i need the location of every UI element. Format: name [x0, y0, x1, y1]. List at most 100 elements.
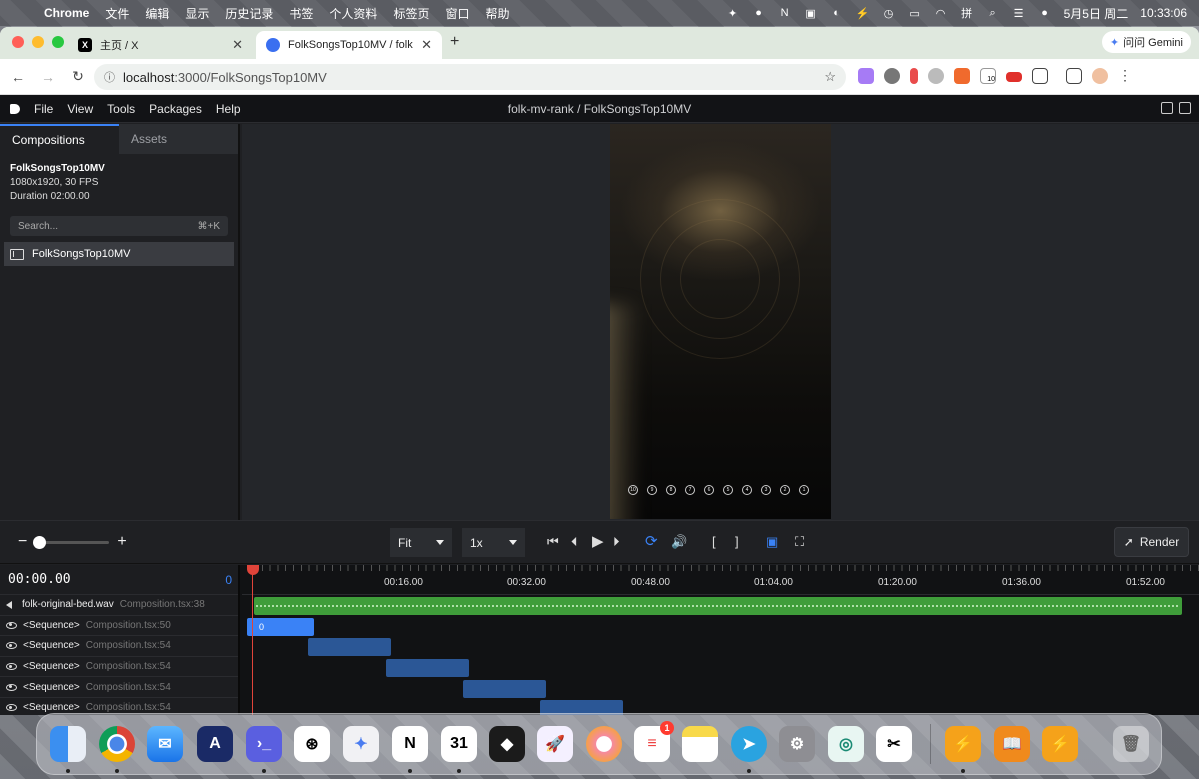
extension-icon[interactable]	[1006, 72, 1022, 82]
wifi-icon[interactable]: ◠	[934, 6, 948, 20]
zoom-out-icon[interactable]: −	[18, 533, 27, 551]
back-icon[interactable]: ←	[8, 69, 28, 85]
address-bar[interactable]: ⓘ localhost:3000/FolkSongsTop10MV ☆	[94, 64, 846, 90]
menubar-item-view[interactable]: 显示	[177, 5, 217, 22]
playhead[interactable]	[252, 565, 253, 715]
track-source[interactable]: Composition.tsx:54	[86, 640, 171, 651]
reeder-icon[interactable]: ⚡	[945, 726, 981, 762]
speaker-icon[interactable]	[6, 600, 12, 609]
control-center-icon[interactable]: ☰	[1012, 6, 1026, 20]
extensions-puzzle-icon[interactable]	[1032, 67, 1048, 84]
system-settings-icon[interactable]: ⚙	[779, 726, 815, 762]
screen-app-icon[interactable]	[586, 726, 622, 762]
fullscreen-icon[interactable]: ⛶	[795, 534, 804, 550]
track-source[interactable]: Composition.tsx:50	[86, 620, 171, 631]
clipboard-icon[interactable]: ▣	[804, 6, 818, 20]
browser-tab-x[interactable]: X 主页 / X ✕	[68, 31, 253, 59]
reminders-icon[interactable]: ≡ 1	[634, 721, 674, 762]
volume-icon[interactable]: 🔊	[671, 534, 687, 550]
forward-icon[interactable]: →	[38, 69, 58, 85]
sequence-clip[interactable]	[386, 659, 469, 677]
track-row-sequence[interactable]: <Sequence> Composition.tsx:50	[0, 616, 238, 637]
history-icon[interactable]: ◷	[882, 6, 896, 20]
bookmark-star-icon[interactable]: ☆	[824, 69, 836, 85]
menubar-item-help[interactable]: 帮助	[477, 5, 517, 22]
menubar-item-edit[interactable]: 编辑	[137, 5, 177, 22]
sequence-clip[interactable]: 0	[247, 618, 314, 636]
notion-calendar-icon[interactable]: 31	[441, 726, 477, 762]
zoom-window-button[interactable]	[52, 36, 64, 48]
eye-icon[interactable]	[6, 663, 17, 671]
grammarly-icon[interactable]: ◐	[830, 6, 844, 20]
profile-avatar[interactable]	[1092, 67, 1108, 84]
close-tab-icon[interactable]: ✕	[421, 37, 432, 53]
rocket-app-icon[interactable]: 🚀	[537, 726, 573, 762]
tab-compositions[interactable]: Compositions	[0, 124, 119, 154]
next-frame-icon[interactable]: ⏵	[613, 534, 620, 550]
loop-icon[interactable]: ⟳	[645, 534, 658, 550]
track-row-audio[interactable]: folk-original-bed.wav Composition.tsx:38	[0, 595, 238, 616]
reeder-2-icon[interactable]: ⚡	[1042, 726, 1078, 762]
telegram-icon[interactable]: ➤	[731, 726, 767, 762]
composition-list-item[interactable]: FolkSongsTop10MV	[4, 242, 234, 266]
extension-icon[interactable]	[858, 67, 874, 84]
extension-counter-icon[interactable]: 10	[980, 67, 996, 84]
eye-icon[interactable]	[6, 621, 17, 629]
speed-select[interactable]: 1x	[462, 528, 525, 557]
menubar-item-bookmarks[interactable]: 书签	[281, 5, 321, 22]
menu-help[interactable]: Help	[216, 102, 241, 116]
notes-icon[interactable]	[682, 726, 718, 762]
out-point-icon[interactable]: ]	[735, 534, 739, 550]
track-source[interactable]: Composition.tsx:54	[86, 661, 171, 672]
track-source[interactable]: Composition.tsx:54	[86, 682, 171, 693]
arc-icon[interactable]: A	[197, 726, 233, 762]
menubar-item-file[interactable]: 文件	[97, 5, 137, 22]
shield-icon[interactable]: ●	[752, 6, 766, 20]
menubar-item-profiles[interactable]: 个人资料	[321, 5, 385, 22]
checkerboard-icon[interactable]: ▣	[766, 534, 778, 550]
capcut-icon[interactable]: ✂	[876, 726, 912, 762]
track-row-sequence[interactable]: <Sequence> Composition.tsx:54	[0, 657, 238, 678]
play-icon[interactable]: ▶	[592, 534, 604, 550]
siri-icon[interactable]: ●	[1038, 6, 1052, 20]
previous-frame-icon[interactable]: ⏴	[571, 534, 578, 550]
render-button[interactable]: ➚ Render	[1114, 527, 1189, 557]
extension-icon[interactable]	[954, 67, 970, 84]
mail-icon[interactable]: ✉	[147, 726, 183, 762]
timeline-ruler[interactable]: 00:16.00 00:32.00 00:48.00 01:04.00 01:2…	[242, 565, 1199, 595]
menu-file[interactable]: File	[34, 102, 53, 116]
eye-icon[interactable]	[6, 704, 17, 712]
zoom-in-icon[interactable]: +	[117, 533, 126, 551]
menubar-item-tabs[interactable]: 标签页	[385, 5, 437, 22]
bolt-icon[interactable]: ⚡	[856, 6, 870, 20]
sparkle-icon[interactable]: ✦	[726, 6, 740, 20]
video-frame[interactable]: 10 9 8 7 6 5 4 3 2 1	[610, 124, 831, 519]
zoom-slider[interactable]	[33, 535, 110, 549]
current-time[interactable]: 00:00.00	[8, 572, 71, 587]
track-row-sequence[interactable]: <Sequence> Composition.tsx:54	[0, 677, 238, 698]
cursor-icon[interactable]: ◆	[489, 726, 525, 762]
menu-tools[interactable]: Tools	[107, 102, 135, 116]
battery-icon[interactable]: ▭	[908, 6, 922, 20]
app-icon[interactable]: ◎	[828, 726, 864, 762]
chatgpt-icon[interactable]: ⊛	[294, 726, 330, 762]
close-tab-icon[interactable]: ✕	[232, 37, 243, 53]
track-source[interactable]: Composition.tsx:54	[86, 702, 171, 713]
eye-icon[interactable]	[6, 683, 17, 691]
sequence-clip[interactable]	[463, 680, 546, 698]
search-input[interactable]: Search... ⌘+K	[10, 216, 228, 236]
extension-icon[interactable]	[910, 67, 918, 84]
menubar-date[interactable]: 5月5日 周二	[1064, 5, 1129, 22]
chrome-menu-icon[interactable]: ⋮	[1118, 67, 1132, 84]
in-point-icon[interactable]: [	[712, 534, 716, 550]
new-tab-button[interactable]: +	[450, 33, 459, 51]
trash-icon[interactable]: 🗑	[1113, 726, 1149, 762]
tab-assets[interactable]: Assets	[119, 124, 238, 154]
reload-icon[interactable]: ↻	[68, 68, 88, 85]
menubar-time[interactable]: 10:33:06	[1140, 6, 1187, 20]
sequence-clip[interactable]	[308, 638, 391, 656]
site-info-icon[interactable]: ⓘ	[104, 69, 115, 85]
tab-search-icon[interactable]	[1066, 67, 1082, 84]
jump-to-start-icon[interactable]: ⏮	[547, 534, 559, 550]
input-method-icon[interactable]: 拼	[960, 6, 974, 20]
